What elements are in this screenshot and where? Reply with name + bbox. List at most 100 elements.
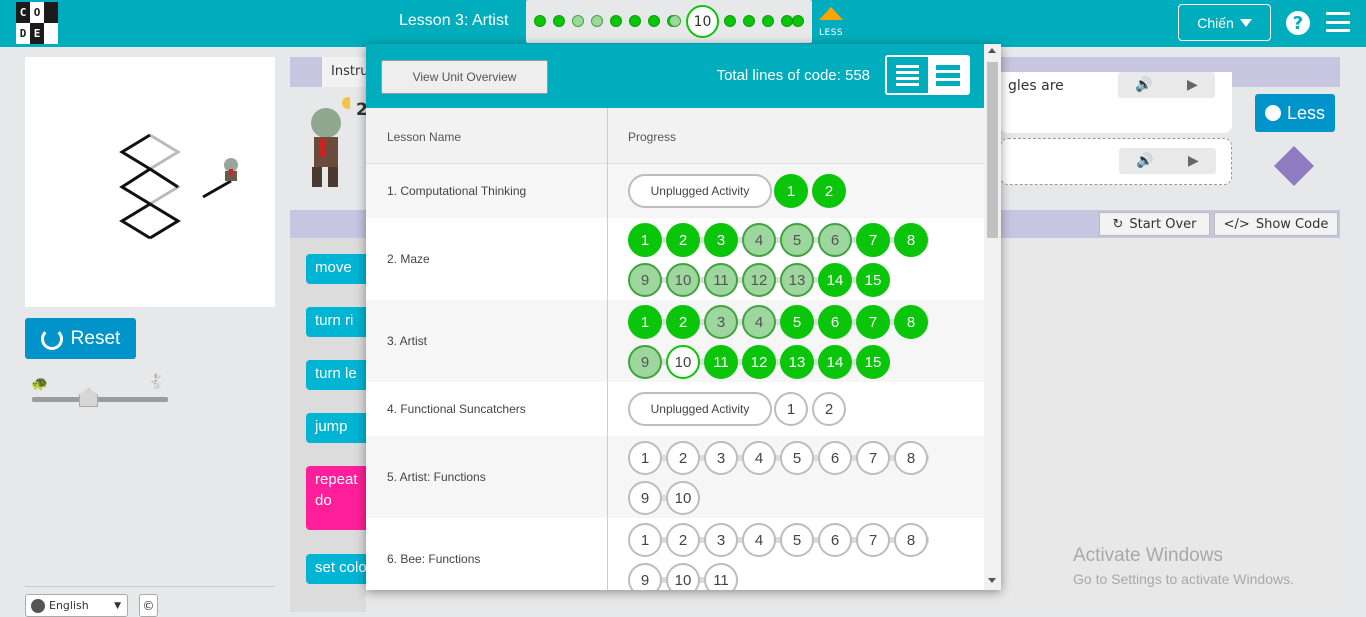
level-bubble[interactable]: 6: [818, 223, 852, 257]
help-icon[interactable]: ?: [1286, 11, 1310, 35]
view-unit-overview-button[interactable]: View Unit Overview: [381, 60, 548, 94]
level-bubble[interactable]: 1: [628, 223, 662, 257]
level-bubble[interactable]: 5: [780, 441, 814, 475]
start-over-button[interactable]: ↻ Start Over: [1099, 212, 1210, 236]
play-icon[interactable]: ▶: [1188, 153, 1199, 169]
level-dot-12[interactable]: [743, 15, 755, 27]
level-bubble[interactable]: 15: [856, 263, 890, 297]
level-dot-11[interactable]: [724, 15, 736, 27]
level-bubble[interactable]: 4: [742, 523, 776, 557]
level-bubble[interactable]: 11: [704, 563, 738, 590]
level-dot-1[interactable]: [534, 15, 546, 27]
lesson-name[interactable]: 5. Artist: Functions: [387, 470, 486, 484]
level-bubble[interactable]: 2: [666, 223, 700, 257]
level-bubble[interactable]: 7: [856, 223, 890, 257]
speaker-icon[interactable]: 🔊: [1135, 77, 1152, 93]
level-dot-13[interactable]: [762, 15, 774, 27]
level-bubble[interactable]: 2: [812, 392, 846, 426]
level-bubble[interactable]: 2: [666, 441, 700, 475]
code-org-logo[interactable]: C O D E: [16, 2, 58, 44]
level-bubble[interactable]: 13: [780, 345, 814, 379]
level-bubble[interactable]: 4: [742, 441, 776, 475]
level-bubble[interactable]: 5: [780, 223, 814, 257]
collapse-arrow-icon[interactable]: [819, 7, 843, 20]
level-bubble[interactable]: 1: [628, 441, 662, 475]
level-bubble[interactable]: 14: [818, 345, 852, 379]
speaker-icon[interactable]: 🔊: [1136, 153, 1153, 169]
audio-controls[interactable]: 🔊 ▶: [1118, 72, 1215, 98]
level-bubble[interactable]: 12: [742, 345, 776, 379]
level-bubble[interactable]: 1: [774, 392, 808, 426]
level-bubble[interactable]: 11: [704, 345, 738, 379]
level-bubble[interactable]: 9: [628, 481, 662, 515]
level-bubble[interactable]: 9: [628, 345, 662, 379]
play-icon[interactable]: ▶: [1187, 77, 1198, 93]
unplugged-activity-pill[interactable]: Unplugged Activity: [628, 174, 772, 208]
scroll-up-arrow-icon[interactable]: [988, 48, 996, 53]
language-select[interactable]: English ▼: [25, 594, 128, 617]
level-bubble[interactable]: 4: [742, 305, 776, 339]
level-bubble[interactable]: 10: [666, 345, 700, 379]
level-dot-2[interactable]: [553, 15, 565, 27]
level-bubble[interactable]: 5: [780, 305, 814, 339]
level-bubble[interactable]: 1: [628, 305, 662, 339]
level-bubble[interactable]: 8: [894, 523, 928, 557]
level-bubble[interactable]: 9: [628, 263, 662, 297]
level-dot-4[interactable]: [591, 15, 603, 27]
list-view-icon[interactable]: [887, 57, 928, 93]
level-bubble[interactable]: 3: [704, 523, 738, 557]
level-bubble[interactable]: 8: [894, 223, 928, 257]
speed-slider-track[interactable]: [32, 397, 168, 402]
lesson-name[interactable]: 4. Functional Suncatchers: [387, 402, 526, 416]
copyright-button[interactable]: ©: [139, 594, 158, 617]
level-bubble[interactable]: 2: [666, 305, 700, 339]
level-bubble[interactable]: 2: [666, 523, 700, 557]
level-bubble[interactable]: 6: [818, 441, 852, 475]
lesson-name[interactable]: 6. Bee: Functions: [387, 552, 480, 566]
unplugged-activity-pill[interactable]: Unplugged Activity: [628, 392, 772, 426]
level-bubble[interactable]: 3: [704, 223, 738, 257]
lesson-name[interactable]: 3. Artist: [387, 334, 427, 348]
level-bubble[interactable]: 13: [780, 263, 814, 297]
level-bubble[interactable]: 10: [666, 263, 700, 297]
level-bubble[interactable]: 5: [780, 523, 814, 557]
level-dot-3[interactable]: [572, 15, 584, 27]
lesson-name[interactable]: 2. Maze: [387, 252, 430, 266]
level-bubble[interactable]: 3: [704, 441, 738, 475]
level-bubble[interactable]: 10: [666, 563, 700, 590]
level-dot-6[interactable]: [629, 15, 641, 27]
less-button[interactable]: Less: [1255, 94, 1335, 132]
level-dot-9[interactable]: [669, 15, 681, 27]
level-bubble[interactable]: 2: [812, 174, 846, 208]
level-bubble[interactable]: 7: [856, 523, 890, 557]
level-bubble[interactable]: 1: [774, 174, 808, 208]
tab-instructions[interactable]: Instru: [322, 57, 372, 87]
level-bubble[interactable]: 1: [628, 523, 662, 557]
level-bubble[interactable]: 9: [628, 563, 662, 590]
speed-slider-thumb[interactable]: [79, 388, 98, 407]
level-bubble[interactable]: 7: [856, 305, 890, 339]
level-bubble[interactable]: 3: [704, 305, 738, 339]
popup-scroll-thumb[interactable]: [987, 62, 998, 238]
user-menu-button[interactable]: Chiến: [1178, 4, 1271, 41]
level-dot-15[interactable]: [792, 15, 804, 27]
summary-view-icon[interactable]: [928, 57, 968, 93]
level-bubble[interactable]: 6: [818, 305, 852, 339]
level-bubble[interactable]: 11: [704, 263, 738, 297]
level-bubble[interactable]: 15: [856, 345, 890, 379]
level-dot-7[interactable]: [648, 15, 660, 27]
level-bubble[interactable]: 4: [742, 223, 776, 257]
level-dot-5[interactable]: [610, 15, 622, 27]
level-bubble[interactable]: 6: [818, 523, 852, 557]
level-bubble[interactable]: 8: [894, 441, 928, 475]
current-level-bubble[interactable]: 10: [686, 5, 719, 38]
lesson-name[interactable]: 1. Computational Thinking: [387, 184, 526, 198]
level-bubble[interactable]: 12: [742, 263, 776, 297]
level-bubble[interactable]: 10: [666, 481, 700, 515]
scroll-down-arrow-icon[interactable]: [988, 578, 996, 583]
audio-controls-2[interactable]: 🔊 ▶: [1119, 148, 1216, 174]
level-bubble[interactable]: 8: [894, 305, 928, 339]
reset-button[interactable]: Reset: [25, 318, 136, 359]
level-bubble[interactable]: 14: [818, 263, 852, 297]
level-bubble[interactable]: 7: [856, 441, 890, 475]
